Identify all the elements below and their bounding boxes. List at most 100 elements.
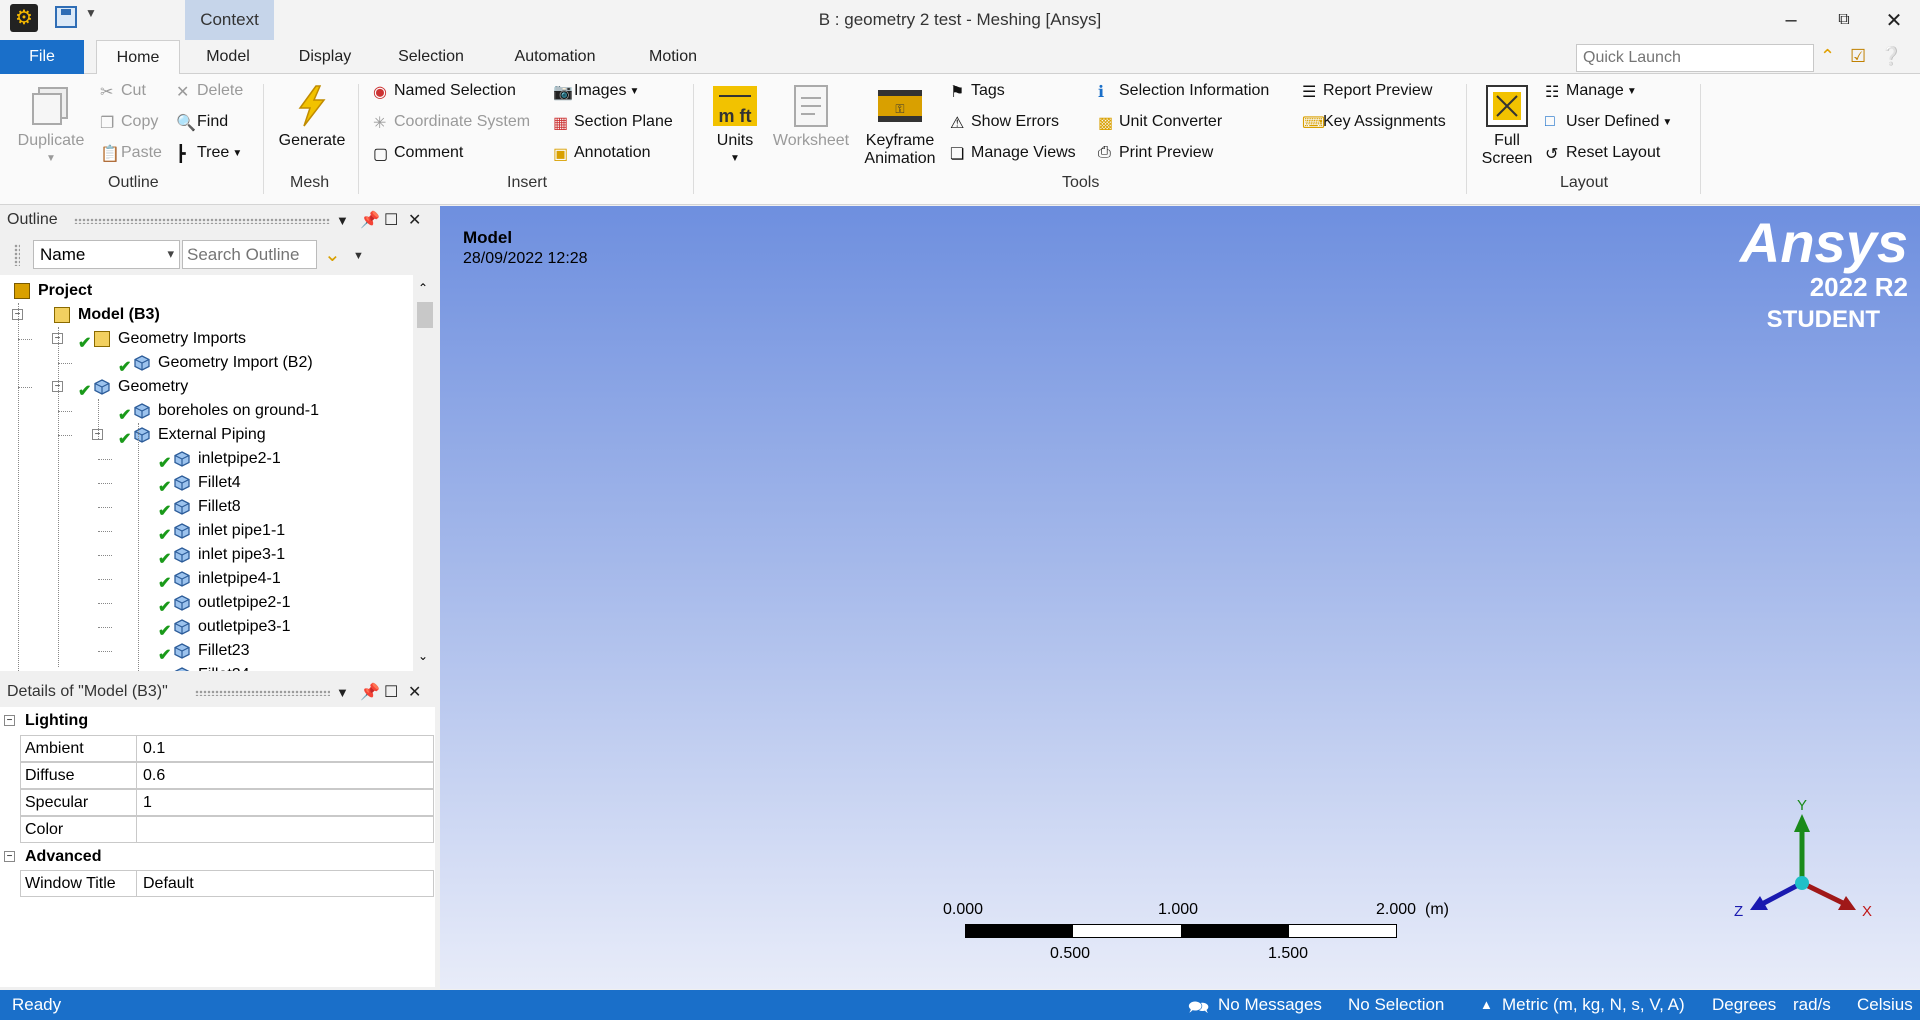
outline-scrollbar[interactable]: ⌃ ⌄	[413, 275, 435, 671]
save-icon[interactable]	[55, 6, 77, 28]
messages-icon[interactable]: 🗪	[1188, 995, 1209, 1020]
cut-button[interactable]: ✂ Cut	[100, 79, 146, 103]
collapse-icon[interactable]: −	[4, 715, 15, 726]
comment-button[interactable]: ▢ Comment	[373, 141, 463, 165]
details-row[interactable]: Specular 1	[20, 789, 434, 816]
details-row[interactable]: Diffuse 0.6	[20, 762, 434, 789]
tree-node[interactable]: ✔ Fillet8	[0, 495, 413, 520]
search-outline-input[interactable]	[182, 240, 317, 269]
feedback-icon[interactable]: ☑	[1850, 46, 1866, 67]
drag-grip[interactable]	[195, 690, 330, 696]
outline-filter-select[interactable]: Name	[33, 240, 180, 269]
tab-display[interactable]: Display	[283, 40, 367, 74]
tree-node[interactable]: − ✔ External Piping	[0, 423, 413, 448]
axis-triad[interactable]: Y X Z	[1730, 786, 1880, 936]
graphics-viewport[interactable]: Model 28/09/2022 12:28 Ansys 2022 R2 STU…	[440, 206, 1920, 989]
details-group-lighting[interactable]: − Lighting	[0, 707, 435, 734]
selection-information-button[interactable]: ℹ Selection Information	[1098, 79, 1269, 103]
details-value[interactable]: 1	[139, 790, 433, 815]
close-icon[interactable]: ✕	[1874, 6, 1914, 34]
tab-automation[interactable]: Automation	[497, 40, 613, 74]
details-value[interactable]: Default	[139, 871, 433, 896]
collapse-ribbon-icon[interactable]: ⌃	[1820, 46, 1835, 67]
tab-home[interactable]: Home	[96, 40, 180, 75]
tree-node[interactable]: ✔ inletpipe4-1	[0, 567, 413, 592]
delete-button[interactable]: ✕ Delete	[176, 79, 243, 103]
tree-node[interactable]: − ✔ Geometry	[0, 375, 413, 400]
images-button[interactable]: 📷 Images ▼	[553, 79, 639, 103]
print-preview-button[interactable]: ⎙ Print Preview	[1098, 141, 1213, 165]
duplicate-button[interactable]: Duplicate ▼	[10, 84, 92, 168]
collapse-icon[interactable]: −	[4, 851, 15, 862]
restore-icon[interactable]: ⧉	[1824, 6, 1864, 34]
tree-node[interactable]: ✔ Fillet24	[0, 663, 413, 671]
tab-model[interactable]: Model	[190, 40, 266, 74]
manage-views-button[interactable]: ❏ Manage Views	[950, 141, 1076, 165]
triad-origin[interactable]	[1795, 876, 1809, 890]
find-button[interactable]: 🔍 Find	[176, 110, 228, 134]
tree-node[interactable]: ✔ inlet pipe1-1	[0, 519, 413, 544]
manage-button[interactable]: ☷ Manage ▼	[1545, 79, 1637, 103]
user-defined-button[interactable]: □ User Defined ▼	[1545, 110, 1672, 134]
tree-node[interactable]: ✔ outletpipe2-1	[0, 591, 413, 616]
tree-node[interactable]: ✔ inletpipe2-1	[0, 447, 413, 472]
units-up-icon[interactable]: ▲	[1480, 997, 1493, 1012]
tree-node[interactable]: ✔ outletpipe3-1	[0, 615, 413, 640]
details-row[interactable]: Color	[20, 816, 434, 843]
quick-launch-input[interactable]	[1576, 44, 1814, 72]
tree-node[interactable]: ✔ Geometry Import (B2)	[0, 351, 413, 376]
tab-file[interactable]: File	[0, 40, 84, 74]
tree-node[interactable]: ✔ Fillet23	[0, 639, 413, 664]
show-errors-button[interactable]: ⚠ Show Errors	[950, 110, 1059, 134]
details-value[interactable]	[139, 817, 433, 842]
details-value[interactable]: 0.1	[139, 736, 433, 761]
details-row[interactable]: Ambient 0.1	[20, 735, 434, 762]
tree-node[interactable]: ✔ inlet pipe3-1	[0, 543, 413, 568]
status-angle[interactable]: Degrees	[1712, 995, 1776, 1015]
generate-button[interactable]: Generate	[272, 84, 352, 150]
search-options-icon[interactable]: ⌄	[324, 242, 341, 267]
keyframe-animation-button[interactable]: ⚿ Keyframe Animation	[856, 84, 944, 168]
context-tab[interactable]: Context	[185, 0, 274, 40]
close-pane-icon[interactable]: ✕	[408, 210, 421, 230]
copy-button[interactable]: ❐ Copy	[100, 110, 158, 134]
maximize-pane-icon[interactable]: ☐	[384, 682, 398, 702]
tree-node[interactable]: − Model (B3)	[0, 303, 413, 327]
annotation-button[interactable]: ▣ Annotation	[553, 141, 651, 165]
status-messages[interactable]: No Messages	[1218, 995, 1322, 1015]
tab-selection[interactable]: Selection	[385, 40, 477, 74]
details-row[interactable]: Window Title Default	[20, 870, 434, 897]
coordinate-system-button[interactable]: ✳ Coordinate System	[373, 110, 530, 134]
tree-button[interactable]: ┣ Tree ▼	[176, 141, 242, 165]
tree-node[interactable]: Project	[0, 279, 413, 303]
qat-dropdown-icon[interactable]: ▼	[85, 6, 97, 20]
scroll-thumb[interactable]	[417, 302, 433, 328]
tags-button[interactable]: ⚑ Tags	[950, 79, 1005, 103]
pane-menu-icon[interactable]: ▼	[336, 685, 349, 700]
status-units[interactable]: Metric (m, kg, N, s, V, A)	[1502, 995, 1685, 1015]
key-assignments-button[interactable]: ⌨ Key Assignments	[1302, 110, 1446, 134]
drag-grip[interactable]	[74, 218, 330, 224]
tree-node[interactable]: ✔ Fillet4	[0, 471, 413, 496]
units-button[interactable]: m ft Units ▼	[704, 84, 766, 168]
maximize-pane-icon[interactable]: ☐	[384, 210, 398, 230]
pin-icon[interactable]: 📌	[360, 210, 380, 230]
full-screen-button[interactable]: Full Screen	[1476, 84, 1538, 168]
unit-converter-button[interactable]: ▩ Unit Converter	[1098, 110, 1222, 134]
tab-motion[interactable]: Motion	[632, 40, 714, 74]
details-group-advanced[interactable]: − Advanced	[0, 843, 435, 870]
close-pane-icon[interactable]: ✕	[408, 682, 421, 702]
help-icon[interactable]: ❔	[1880, 46, 1902, 67]
tree-node[interactable]: − ✔ Geometry Imports	[0, 327, 413, 352]
ansys-app-icon[interactable]: ⚙	[10, 4, 38, 32]
outline-toolbar-dropdown-icon[interactable]: ▼	[353, 250, 364, 262]
section-plane-button[interactable]: ▦ Section Plane	[553, 110, 673, 134]
scroll-down-icon[interactable]: ⌄	[418, 649, 428, 663]
report-preview-button[interactable]: ☰ Report Preview	[1302, 79, 1432, 103]
scroll-up-icon[interactable]: ⌃	[418, 281, 428, 295]
paste-button[interactable]: 📋 Paste	[100, 141, 162, 165]
pane-menu-icon[interactable]: ▼	[336, 213, 349, 228]
minimize-icon[interactable]: –	[1771, 6, 1811, 34]
status-temperature[interactable]: Celsius	[1857, 995, 1913, 1015]
named-selection-button[interactable]: ◉ Named Selection	[373, 79, 516, 103]
